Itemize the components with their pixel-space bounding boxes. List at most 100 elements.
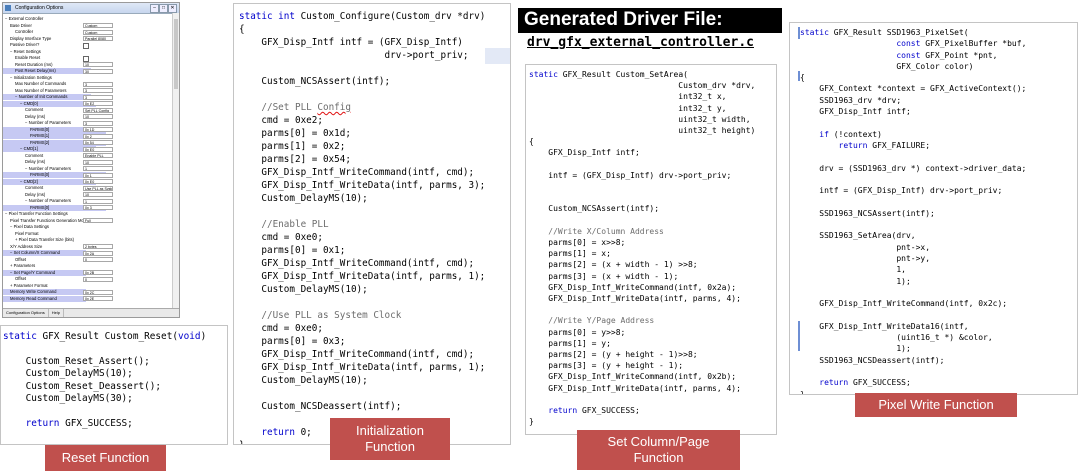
tree-item-value[interactable]: 0x 54 (83, 140, 113, 145)
scrollbar-thumb[interactable] (174, 19, 178, 89)
tree-item-value[interactable]: Parallel 8080 (83, 36, 113, 41)
code-token: ) (200, 331, 207, 342)
tree-item[interactable]: Display Interface Type (3, 36, 86, 42)
tree-item-value[interactable]: 0x 2B (83, 270, 113, 275)
tree-item[interactable]: Post Reset Delay(ms) (3, 68, 91, 74)
tree-item[interactable]: Reset Duration (ms) (3, 62, 91, 68)
tree-item-value[interactable]: Enable PLL (83, 153, 113, 158)
tree-item-value[interactable]: 0x E0 (83, 146, 113, 152)
code-line: return GFX_SUCCESS; (800, 378, 911, 387)
tree-item-value[interactable]: 0x 2A (83, 250, 113, 256)
code-line: GFX_Disp_Intf_WriteCommand(intf, cmd); (239, 167, 474, 178)
tree-item-value[interactable]: 3 (83, 81, 113, 87)
tree-item-value[interactable]: Set PLL Config (83, 107, 113, 113)
code-line: int32_t y, (529, 104, 726, 113)
tree-item[interactable]: − Pixel Data Settings (3, 224, 86, 230)
tree-scrollbar[interactable] (172, 13, 179, 309)
tree-item[interactable]: Pixel Format (3, 231, 91, 237)
initialization-function-label: Initialization Function (330, 418, 450, 460)
code-line: GFX_Disp_Intf_WriteData(intf, parms, 4); (529, 294, 741, 303)
code-token: } (529, 417, 534, 427)
tree-item[interactable]: Max Number of Commands (3, 81, 91, 87)
tree-item-value[interactable]: 0x 1D (83, 127, 113, 132)
tree-item-value[interactable]: 3 (83, 94, 113, 100)
tree-item-value[interactable]: Full (83, 218, 113, 223)
tree-item-value[interactable]: 0x 2E (83, 296, 113, 301)
maximize-button[interactable]: □ (159, 4, 168, 13)
code-line: parms[3] = (x + width - 1); (529, 272, 678, 281)
tree-item[interactable]: Offset (3, 276, 91, 282)
tree-item[interactable]: Max Number of Parameters (3, 88, 91, 94)
tree-item-value[interactable]: 0x 1 (83, 172, 113, 178)
tree-item-value[interactable]: Custom (83, 23, 113, 28)
set-column-page-function-label: Set Column/Page Function (577, 430, 740, 470)
tree-item[interactable]: + Parameters (3, 263, 86, 269)
code-token: 0; (294, 427, 312, 438)
code-line: 1); (800, 277, 910, 286)
tree-item-value[interactable]: 0x E0 (83, 179, 113, 184)
tab-help[interactable]: Help (49, 309, 64, 317)
code-token: SSD1963_SetArea(drv, (800, 231, 916, 241)
tree-item-value[interactable]: 0x 2C (83, 289, 113, 295)
code-token: parms[3] = (x + width - 1); (529, 271, 679, 281)
code-token: intf = (GFX_Disp_Intf) drv->port_priv; (529, 170, 732, 180)
tree-item[interactable]: Memory Write Command (3, 289, 86, 295)
tree-item-value[interactable]: 0x E2 (83, 101, 113, 106)
code-line: GFX_Context *context = GFX_ActiveContext… (800, 84, 1026, 93)
code-line: cmd = 0xe0; (239, 232, 323, 243)
tree-item[interactable]: − Reset Settings (3, 49, 86, 55)
tree-item-value[interactable]: 1 (83, 166, 113, 171)
tree-item-value[interactable]: 2 bytes (83, 244, 113, 249)
code-line: Custom_NCSAssert(intf); (239, 76, 390, 87)
tree-item-value[interactable]: Use PLL as System Clock (83, 185, 113, 191)
reset-function-code: static GFX_Result Custom_Reset(void) Cus… (1, 326, 227, 430)
code-token: GFX_Result Custom_SetArea( (562, 70, 688, 79)
code-line: parms[0] = y>>8; (529, 328, 625, 337)
tree-item-value[interactable]: 10 (83, 192, 113, 197)
code-token: { (529, 137, 534, 147)
minimize-button[interactable]: – (150, 4, 159, 13)
tree-item[interactable]: Controller (3, 29, 91, 35)
tree-item-value[interactable]: 0 (83, 257, 113, 262)
code-comment: Config (317, 102, 351, 113)
code-line: static GFX_Result Custom_Reset(void) (3, 331, 206, 342)
tree-item[interactable]: − Initialization Settings (3, 75, 86, 81)
tree-item-value[interactable]: 3 (83, 120, 113, 126)
tree-item[interactable]: Enable Reset (3, 55, 91, 61)
tree-item[interactable]: + Pixel Data Transfer Size (bits) (3, 237, 91, 243)
code-keyword: if (819, 129, 829, 139)
tree-item[interactable]: Passive Driver? (3, 42, 86, 48)
tree-item[interactable]: − Number of Init Commands (3, 94, 91, 100)
tree-item[interactable]: − Set Page/Y Command (3, 269, 86, 276)
tree-item-value[interactable]: 30 (83, 68, 113, 74)
code-token: GFX_Context *context = GFX_ActiveContext… (800, 84, 1027, 94)
code-token: cmd = 0xe0; (239, 323, 323, 334)
tree-item[interactable]: Pixel Transfer Functions Generation Mode (3, 218, 88, 224)
tree-item-value[interactable]: 3 (83, 88, 113, 93)
tab-configuration-options[interactable]: Configuration Options (3, 309, 49, 317)
tree-item-value[interactable]: 0 (83, 276, 113, 282)
tree-item[interactable]: Memory Read Command (3, 295, 86, 302)
tree-item-value[interactable]: 1 (83, 198, 113, 204)
tree-item[interactable]: + Parameter Format (3, 283, 86, 289)
tree-item-value[interactable]: 10 (83, 159, 113, 165)
code-token: SSD1963_NCSDeassert(intf); (800, 355, 945, 365)
code-line: Custom_DelayMS(30); (3, 393, 133, 404)
tree-item[interactable]: Base Driver (3, 23, 86, 29)
close-button[interactable]: ✕ (168, 4, 177, 13)
tree-item[interactable]: − Set Column/X Command (3, 250, 86, 256)
code-comment: //Set PLL (239, 102, 318, 113)
tree-item-value[interactable]: Custom (83, 29, 113, 35)
tree-item-value[interactable]: 0x 3 (83, 205, 113, 210)
tree-item-value[interactable]: 0x 2 (83, 133, 113, 139)
edit-marker (798, 321, 800, 351)
tree-item[interactable]: − External Controller (3, 16, 81, 22)
tree-item[interactable]: Offset (3, 257, 91, 263)
code-token: { (239, 24, 245, 35)
tree-item-value[interactable]: 10 (83, 62, 113, 67)
tree-item[interactable]: − Pixel Transfer Function Settings (3, 211, 81, 217)
tree-item-value[interactable]: 10 (83, 114, 113, 119)
code-token: GFX_Disp_Intf intf = (GFX_Disp_Intf) (239, 37, 463, 48)
tree-item[interactable]: X/Y Address Size (3, 244, 86, 250)
